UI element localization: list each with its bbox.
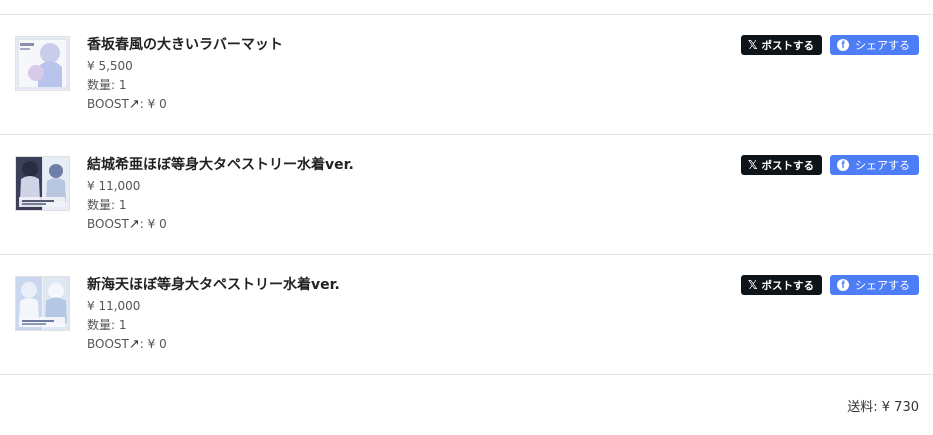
order-item: 香坂春風の大きいラバーマット ¥ 5,500 数量: 1 BOOST↗: ¥ 0… [0, 15, 933, 135]
item-boost: BOOST↗: ¥ 0 [87, 215, 354, 234]
x-post-button[interactable]: 𝕏 ポストする [740, 35, 822, 55]
order-item-list: 香坂春風の大きいラバーマット ¥ 5,500 数量: 1 BOOST↗: ¥ 0… [0, 15, 933, 375]
x-logo-icon: 𝕏 [747, 158, 758, 172]
item-price: ¥ 11,000 [87, 299, 141, 313]
item-price: ¥ 11,000 [87, 179, 141, 193]
x-post-label: ポストする [761, 279, 815, 292]
item-boost: BOOST↗: ¥ 0 [87, 95, 283, 114]
arrow-up-right-icon: ↗ [128, 337, 140, 352]
facebook-icon: f [837, 279, 849, 291]
facebook-share-label: シェアする [855, 279, 910, 292]
item-quantity: 数量: 1 [87, 78, 127, 92]
item-price: ¥ 5,500 [87, 59, 133, 73]
share-buttons: 𝕏 ポストする f シェアする [740, 275, 919, 295]
boost-label: BOOST [87, 217, 129, 231]
product-thumbnail[interactable] [15, 156, 70, 211]
arrow-up-right-icon: ↗ [128, 97, 140, 112]
x-logo-icon: 𝕏 [747, 278, 758, 292]
x-logo-icon: 𝕏 [747, 38, 758, 52]
facebook-share-button[interactable]: f シェアする [830, 35, 919, 55]
arrow-up-right-icon: ↗ [128, 217, 140, 232]
facebook-icon: f [837, 159, 849, 171]
share-buttons: 𝕏 ポストする f シェアする [740, 35, 919, 55]
x-post-label: ポストする [761, 39, 815, 52]
boost-label: BOOST [87, 337, 129, 351]
boost-label: BOOST [87, 97, 129, 111]
facebook-share-label: シェアする [855, 159, 910, 172]
boost-value: : ¥ 0 [139, 337, 167, 351]
x-post-label: ポストする [761, 159, 815, 172]
item-info: 新海天ほぼ等身大タペストリー水着ver. ¥ 11,000 数量: 1 BOOS… [87, 275, 340, 354]
item-info: 香坂春風の大きいラバーマット ¥ 5,500 数量: 1 BOOST↗: ¥ 0 [87, 35, 283, 114]
item-quantity: 数量: 1 [87, 198, 127, 212]
item-name[interactable]: 結城希亜ほぼ等身大タペストリー水着ver. [87, 155, 354, 175]
item-boost: BOOST↗: ¥ 0 [87, 335, 340, 354]
facebook-share-button[interactable]: f シェアする [830, 155, 919, 175]
item-info: 結城希亜ほぼ等身大タペストリー水着ver. ¥ 11,000 数量: 1 BOO… [87, 155, 354, 234]
x-post-button[interactable]: 𝕏 ポストする [740, 275, 822, 295]
product-thumbnail[interactable] [15, 276, 70, 331]
order-item: 結城希亜ほぼ等身大タペストリー水着ver. ¥ 11,000 数量: 1 BOO… [0, 135, 933, 255]
facebook-share-label: シェアする [855, 39, 910, 52]
boost-value: : ¥ 0 [139, 217, 167, 231]
item-quantity: 数量: 1 [87, 318, 127, 332]
facebook-icon: f [837, 39, 849, 51]
order-item: 新海天ほぼ等身大タペストリー水着ver. ¥ 11,000 数量: 1 BOOS… [0, 255, 933, 375]
facebook-share-button[interactable]: f シェアする [830, 275, 919, 295]
item-name[interactable]: 香坂春風の大きいラバーマット [87, 35, 283, 55]
item-name[interactable]: 新海天ほぼ等身大タペストリー水着ver. [87, 275, 340, 295]
shipping-fee: 送料: ¥ 730 [847, 400, 919, 415]
boost-value: : ¥ 0 [139, 97, 167, 111]
product-thumbnail[interactable] [15, 36, 70, 91]
x-post-button[interactable]: 𝕏 ポストする [740, 155, 822, 175]
share-buttons: 𝕏 ポストする f シェアする [740, 155, 919, 175]
